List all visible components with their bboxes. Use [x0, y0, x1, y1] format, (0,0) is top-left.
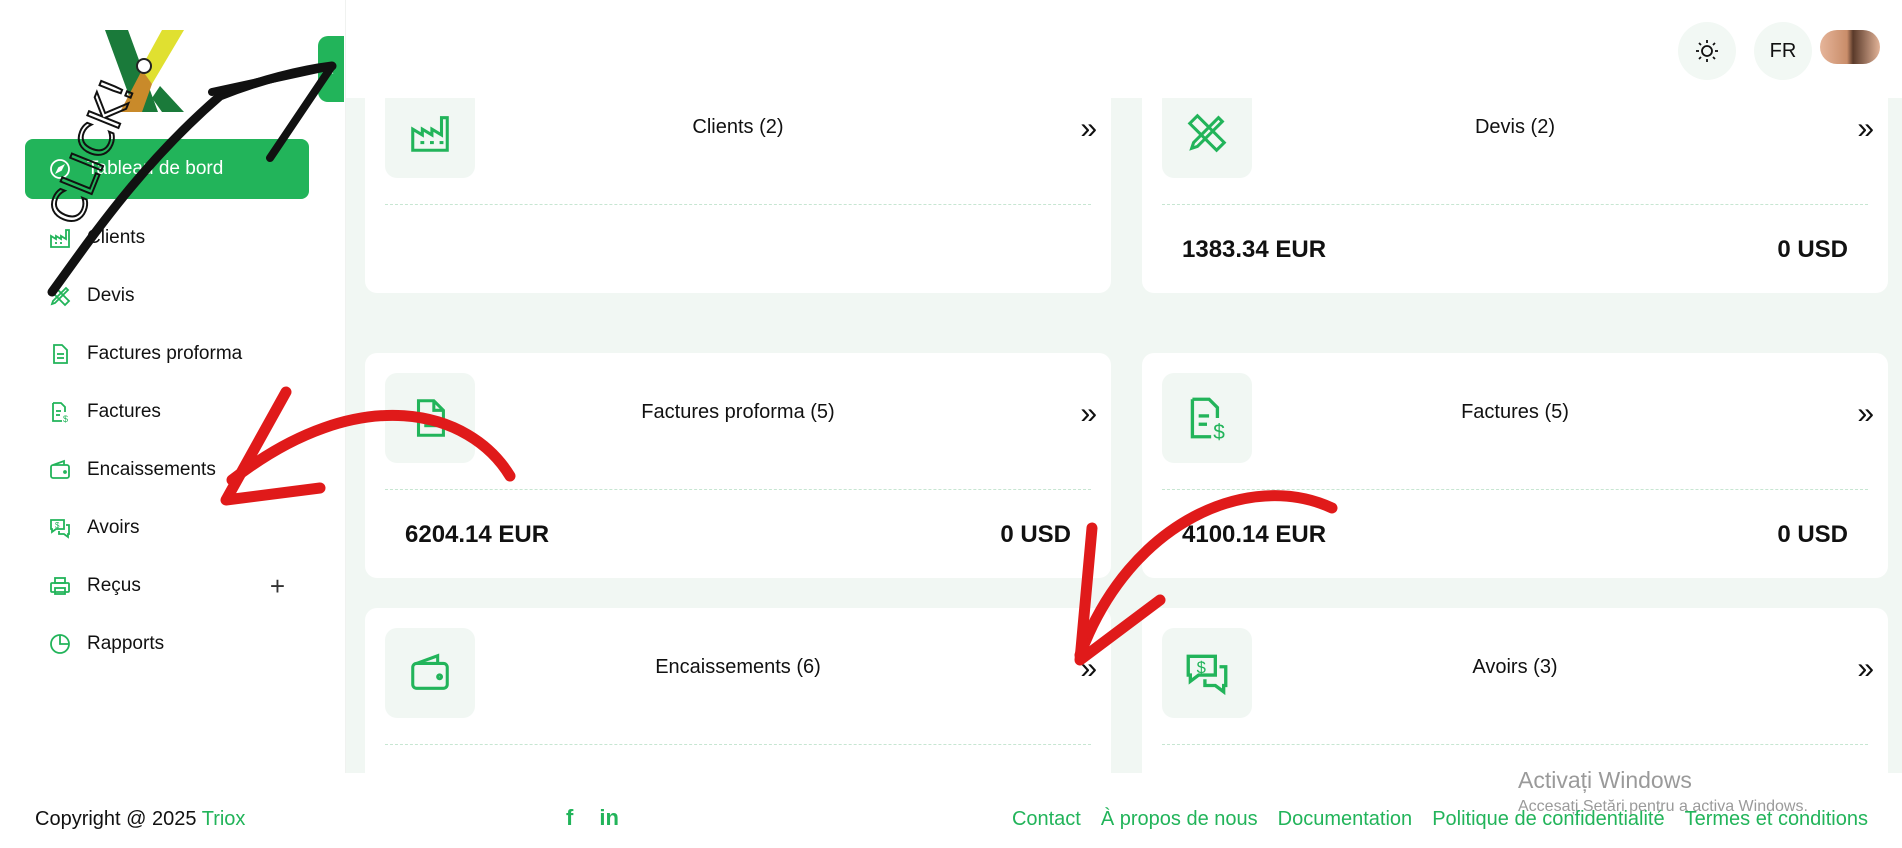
- brand-link[interactable]: Triox: [202, 808, 246, 830]
- app-logo: [105, 30, 184, 112]
- divider: [1162, 204, 1868, 205]
- pie-chart-icon: [47, 631, 73, 657]
- sidebar-item-factures[interactable]: $ Factures: [25, 383, 309, 441]
- divider: [385, 744, 1091, 745]
- sidebar-nav: Tableau de bord Clients Devis Factures p…: [25, 139, 309, 673]
- factory-icon: [47, 225, 73, 251]
- card-value-usd: 0 USD: [1000, 521, 1071, 548]
- card-value-eur: 6204.14 EUR: [405, 521, 550, 548]
- watermark-line-1: Activați Windows: [1518, 767, 1692, 793]
- windows-activation-watermark: Activați Windows Accesați Setări pentru …: [1518, 767, 1808, 816]
- chevron-left-icon: ‹: [328, 58, 334, 79]
- invoice-dollar-icon: $: [47, 399, 73, 425]
- divider: [1162, 744, 1868, 745]
- sidebar-item-recus[interactable]: Reçus +: [25, 557, 309, 615]
- language-label: FR: [1769, 39, 1797, 62]
- sidebar-item-clients[interactable]: Clients: [25, 209, 309, 267]
- card-value-eur: 1383.34 EUR: [1182, 236, 1327, 263]
- chevron-double-right-icon[interactable]: »: [1080, 397, 1096, 431]
- svg-text:$: $: [55, 521, 60, 530]
- sidebar-item-label: Reçus: [87, 575, 141, 596]
- sidebar-item-label: Rapports: [87, 633, 165, 654]
- sidebar-item-label: Encaissements: [87, 459, 216, 480]
- card-value-usd: 0 USD: [1777, 236, 1848, 263]
- top-header: FR: [346, 0, 1902, 99]
- sidebar-item-label: Avoirs: [87, 517, 140, 538]
- sidebar-item-label: Tableau de bord: [87, 158, 224, 179]
- card-encaissements: Encaissements (6) »: [365, 608, 1111, 773]
- card-devis: Devis (2) » 1383.34 EUR 0 USD: [1142, 98, 1888, 293]
- footer-link-about[interactable]: À propos de nous: [1101, 808, 1258, 831]
- card-clients: Clients (2) »: [365, 98, 1111, 293]
- chevron-double-right-icon[interactable]: »: [1080, 112, 1096, 146]
- sidebar-item-rapports[interactable]: Rapports: [25, 615, 309, 673]
- card-value-usd: 0 USD: [1777, 521, 1848, 548]
- chevron-double-right-icon[interactable]: »: [1080, 652, 1096, 686]
- sun-icon: [1696, 40, 1718, 62]
- facebook-icon[interactable]: f: [566, 805, 573, 831]
- watermark-line-2: Accesați Setări pentru a activa Windows.: [1518, 798, 1808, 815]
- sidebar-item-avoirs[interactable]: $ Avoirs: [25, 499, 309, 557]
- copyright: Copyright @ 2025 Triox: [35, 808, 245, 831]
- sidebar-item-label: Factures proforma: [87, 343, 243, 364]
- sidebar-collapse-button[interactable]: ‹: [318, 36, 344, 102]
- sidebar-item-proforma[interactable]: Factures proforma: [25, 325, 309, 383]
- card-title: Clients (2): [692, 116, 784, 138]
- dashboard-main: Clients (2) » Devis (2) » 1383.34 EUR 0 …: [346, 98, 1902, 773]
- printer-icon: [47, 573, 73, 599]
- expand-plus-icon[interactable]: +: [270, 571, 285, 602]
- social-links: f in: [566, 805, 619, 831]
- sidebar-item-encaissements[interactable]: Encaissements: [25, 441, 309, 499]
- sidebar-item-dashboard[interactable]: Tableau de bord: [25, 139, 309, 199]
- card-title: Factures (5): [1461, 401, 1569, 423]
- linkedin-icon[interactable]: in: [599, 805, 619, 831]
- compass-icon: [47, 156, 73, 182]
- pencil-ruler-icon: [47, 283, 73, 309]
- svg-text:$: $: [1213, 421, 1225, 443]
- chevron-double-right-icon[interactable]: »: [1857, 112, 1873, 146]
- avatar[interactable]: [1820, 30, 1880, 64]
- card-title: Factures proforma (5): [641, 401, 835, 423]
- chevron-double-right-icon[interactable]: »: [1857, 397, 1873, 431]
- svg-text:$: $: [63, 414, 68, 424]
- card-factures: $ Factures (5) » 4100.14 EUR 0 USD: [1142, 353, 1888, 578]
- card-value-eur: 4100.14 EUR: [1182, 521, 1327, 548]
- theme-toggle-button[interactable]: [1678, 22, 1736, 80]
- language-button[interactable]: FR: [1754, 22, 1812, 80]
- divider: [385, 489, 1091, 490]
- sidebar-item-label: Clients: [87, 227, 146, 248]
- document-icon: [47, 341, 73, 367]
- sidebar-item-label: Devis: [87, 285, 135, 306]
- card-title: Devis (2): [1474, 116, 1555, 138]
- chevron-double-right-icon[interactable]: »: [1857, 652, 1873, 686]
- copyright-text: Copyright @ 2025: [35, 808, 197, 830]
- chat-dollar-icon: $: [47, 515, 73, 541]
- wallet-icon: [47, 457, 73, 483]
- card-proforma: Factures proforma (5) » 6204.14 EUR 0 US…: [365, 353, 1111, 578]
- sidebar: ‹ Tableau de bord Clients Devis Factures…: [0, 0, 346, 773]
- card-avoirs: $ Avoirs (3) »: [1142, 608, 1888, 773]
- card-title: Avoirs (3): [1472, 656, 1558, 678]
- divider: [385, 204, 1091, 205]
- footer-link-contact[interactable]: Contact: [1012, 808, 1081, 831]
- card-title: Encaissements (6): [655, 656, 821, 678]
- footer-link-documentation[interactable]: Documentation: [1278, 808, 1413, 831]
- divider: [1162, 489, 1868, 490]
- sidebar-item-label: Factures: [87, 401, 161, 422]
- sidebar-item-devis[interactable]: Devis: [25, 267, 309, 325]
